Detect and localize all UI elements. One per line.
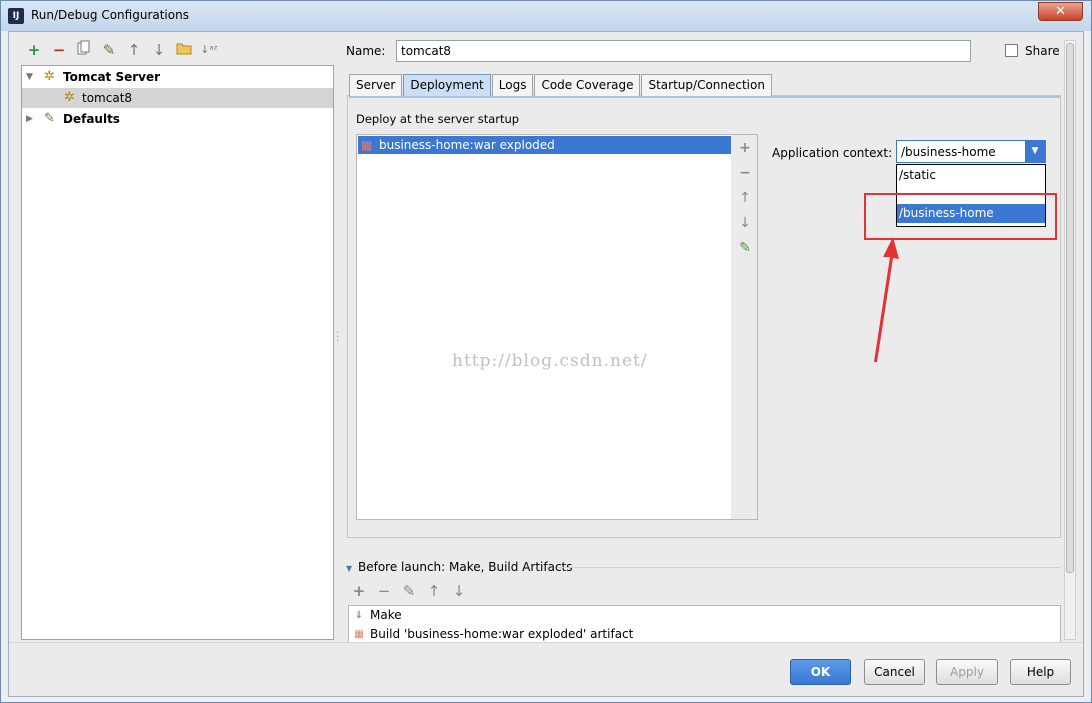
chevron-down-icon[interactable]: ▼ — [1025, 141, 1045, 162]
tab-code-coverage[interactable]: Code Coverage — [534, 74, 641, 96]
tomcat-icon: ✲ — [44, 69, 55, 84]
close-button[interactable]: ✕ — [1038, 2, 1083, 21]
name-label: Name: — [346, 44, 386, 58]
before-launch-separator — [557, 567, 1060, 568]
apply-button[interactable]: Apply — [936, 659, 998, 685]
plus-icon[interactable]: + — [25, 40, 43, 60]
annotation-arrow — [874, 237, 899, 362]
scrollbar-thumb[interactable] — [1066, 43, 1074, 573]
edit-task-icon[interactable]: ✎ — [400, 582, 418, 600]
tree-item-label: tomcat8 — [82, 91, 133, 105]
title-bar: IJ Run/Debug Configurations ✕ — [1, 1, 1091, 31]
collapse-triangle-icon[interactable]: ▼ — [346, 564, 352, 573]
move-up-icon[interactable]: ↑ — [737, 189, 753, 207]
tab-deployment[interactable]: Deployment — [403, 74, 491, 96]
deploy-section-label: Deploy at the server startup — [356, 112, 520, 126]
move-task-up-icon[interactable]: ↑ — [425, 582, 443, 600]
tab-server[interactable]: Server — [349, 74, 403, 96]
deploy-list: ▦ business-home:war exploded — [356, 134, 732, 520]
name-input[interactable] — [396, 40, 971, 62]
wrench-icon[interactable]: ✎ — [100, 40, 118, 60]
list-item[interactable]: ▦ business-home:war exploded — [358, 136, 732, 154]
minus-icon[interactable]: − — [50, 40, 68, 60]
cancel-button[interactable]: Cancel — [864, 659, 925, 685]
application-context-label: Application context: — [772, 146, 893, 160]
tree-item-label: Defaults — [63, 112, 120, 126]
tree-item-tomcat-server[interactable]: ▼ ✲ Tomcat Server — [22, 67, 333, 87]
dialog-content: + − ✎ ↑ ↓ ↓ᵃᶻ ▼ ✲ Tomcat Server ✲ tomcat… — [8, 31, 1084, 697]
run-debug-dialog: IJ Run/Debug Configurations ✕ + − ✎ ↑ ↓ … — [0, 0, 1092, 703]
splitter-grip[interactable]: · · · — [336, 329, 339, 347]
tree-item-label: Tomcat Server — [63, 70, 161, 84]
move-task-down-icon[interactable]: ↓ — [450, 582, 468, 600]
arrow-down-icon[interactable]: ↓ — [150, 40, 168, 60]
share-label: Share — [1025, 44, 1060, 58]
share-checkbox[interactable] — [1005, 44, 1018, 57]
watermark-text: http://blog.csdn.net/ — [452, 351, 648, 371]
tree-item-tomcat8[interactable]: ✲ tomcat8 — [22, 88, 333, 108]
tab-logs[interactable]: Logs — [491, 74, 534, 96]
list-item[interactable]: ▦ Build 'business-home:war exploded' art… — [349, 625, 1060, 642]
before-launch-header[interactable]: Before launch: Make, Build Artifacts — [358, 560, 573, 574]
move-down-icon[interactable]: ↓ — [737, 214, 753, 232]
expand-arrow-icon[interactable]: ▼ — [26, 67, 33, 87]
remove-icon[interactable]: − — [737, 164, 753, 182]
artifact-icon: ▦ — [354, 629, 364, 640]
application-context-value: /business-home — [901, 145, 996, 159]
tomcat-icon: ✲ — [64, 90, 75, 105]
edit-pencil-icon[interactable]: ✎ — [737, 239, 753, 257]
before-launch-toolbar: + − ✎ ↑ ↓ — [350, 582, 468, 600]
tab-startup-connection[interactable]: Startup/Connection — [641, 74, 772, 96]
ok-button[interactable]: OK — [790, 659, 851, 685]
task-label: Make — [370, 608, 402, 622]
task-label: Build 'business-home:war exploded' artif… — [370, 627, 634, 641]
arrow-up-icon[interactable]: ↑ — [125, 40, 143, 60]
window-title: Run/Debug Configurations — [31, 8, 189, 22]
bottom-separator — [9, 642, 1083, 643]
application-context-combo[interactable]: /business-home ▼ — [896, 140, 1046, 163]
deploy-side-toolbar: + − ↑ ↓ ✎ — [731, 134, 758, 520]
help-button[interactable]: Help — [1010, 659, 1071, 685]
wrench-icon: ✎ — [44, 111, 55, 126]
sort-icon[interactable]: ↓ᵃᶻ — [200, 40, 218, 60]
tab-underline — [349, 96, 1060, 98]
make-icon: ⇓ — [354, 610, 364, 621]
before-launch-list: ⇓ Make ▦ Build 'business-home:war explod… — [348, 605, 1061, 643]
config-tabs: Server Deployment Logs Code Coverage Sta… — [349, 74, 773, 96]
collapse-arrow-icon[interactable]: ▶ — [26, 109, 33, 129]
add-task-icon[interactable]: + — [350, 582, 368, 600]
dropdown-option-static[interactable]: /static — [897, 166, 1045, 185]
list-item[interactable]: ⇓ Make — [349, 606, 1060, 625]
deploy-item-label: business-home:war exploded — [379, 138, 555, 152]
folder-icon[interactable] — [175, 40, 193, 60]
artifact-icon: ▦ — [361, 138, 373, 152]
add-icon[interactable]: + — [737, 139, 753, 157]
remove-task-icon[interactable]: − — [375, 582, 393, 600]
intellij-app-icon: IJ — [8, 8, 24, 24]
tree-item-defaults[interactable]: ▶ ✎ Defaults — [22, 109, 333, 129]
annotation-highlight-box — [864, 193, 1057, 240]
configurations-toolbar: + − ✎ ↑ ↓ ↓ᵃᶻ — [25, 40, 218, 62]
vertical-scrollbar[interactable] — [1064, 40, 1076, 640]
configurations-tree: ▼ ✲ Tomcat Server ✲ tomcat8 ▶ ✎ Defaults — [21, 65, 334, 640]
copy-icon[interactable] — [75, 40, 93, 60]
